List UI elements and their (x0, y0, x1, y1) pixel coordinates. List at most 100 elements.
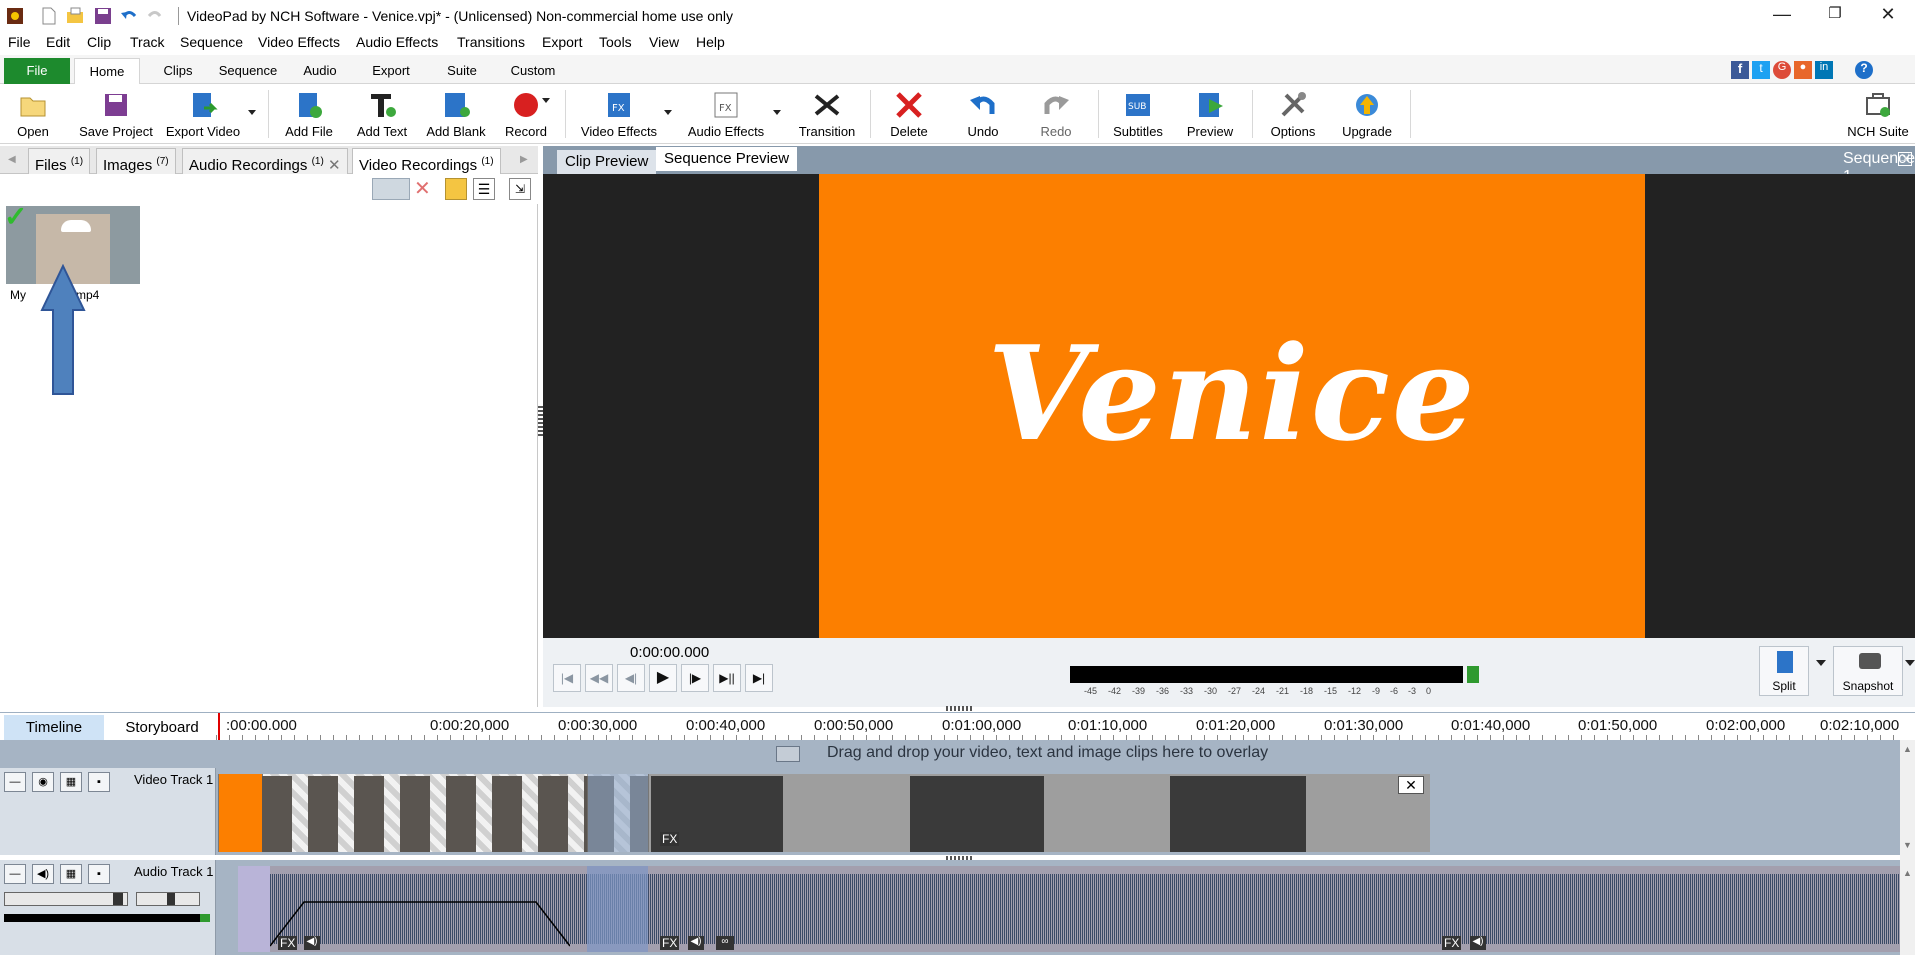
facebook-icon[interactable]: f (1731, 61, 1749, 79)
help-icon[interactable]: ? (1855, 61, 1873, 79)
lock-icon[interactable]: ▪ (88, 772, 110, 792)
twitter-icon[interactable]: t (1752, 61, 1770, 79)
scroll-up-icon[interactable]: ▲ (1903, 868, 1912, 878)
redo-icon[interactable] (146, 7, 164, 25)
speaker-icon[interactable]: ◀) (32, 864, 54, 884)
scroll-up-icon[interactable]: ▲ (1903, 744, 1912, 754)
selected-audio-segment[interactable] (587, 866, 648, 952)
subtitles-button[interactable]: SUB Subtitles (1108, 88, 1168, 140)
minimize-button[interactable]: — (1762, 4, 1802, 28)
scroll-down-icon[interactable]: ▼ (1903, 840, 1912, 850)
tab-timeline[interactable]: Timeline (4, 715, 104, 741)
menu-edit[interactable]: Edit (46, 34, 70, 50)
export-dropdown-arrow[interactable] (248, 110, 256, 115)
new-folder-icon[interactable] (445, 178, 467, 200)
menu-clip[interactable]: Clip (87, 34, 111, 50)
go-to-start-button[interactable]: |◀ (553, 664, 581, 692)
new-file-icon[interactable] (40, 7, 58, 25)
video-track[interactable]: — ◉ ▦ ▪ Video Track 1 FX ✕ (0, 768, 1900, 855)
track-effects-icon[interactable]: ▦ (60, 864, 82, 884)
save-project-button[interactable]: Save Project (76, 88, 156, 140)
pan-slider[interactable] (136, 892, 200, 906)
video-effects-button[interactable]: FX Video Effects (578, 88, 660, 140)
menu-track[interactable]: Track (130, 34, 164, 50)
menu-file[interactable]: File (8, 34, 31, 50)
scroll-right-icon[interactable]: ▶ (520, 154, 528, 165)
list-view-icon[interactable]: ☰ (473, 178, 495, 200)
delete-button[interactable]: Delete (884, 88, 934, 140)
menu-video-effects[interactable]: Video Effects (258, 34, 340, 50)
tab-home[interactable]: Home (74, 58, 140, 84)
step-forward-button[interactable]: |▶ (681, 664, 709, 692)
audio-effects-button[interactable]: FX Audio Effects (686, 88, 766, 140)
time-ruler[interactable]: :00:00.000 0:00:20,000 0:00:30,000 0:00:… (216, 713, 1900, 741)
upgrade-button[interactable]: Upgrade (1338, 88, 1396, 140)
tab-sequence[interactable]: Sequence (214, 58, 282, 84)
clip-volume-icon[interactable]: ◀) (688, 936, 704, 950)
eye-icon[interactable]: ◉ (32, 772, 54, 792)
menu-help[interactable]: Help (696, 34, 725, 50)
track-effects-icon[interactable]: ▦ (60, 772, 82, 792)
audio-fx-label[interactable]: FX (1442, 936, 1462, 950)
scroll-left-icon[interactable]: ◀ (8, 154, 16, 165)
tab-export[interactable]: Export (364, 58, 418, 84)
nch-icon[interactable]: ● (1794, 61, 1812, 79)
google-plus-icon[interactable]: G (1773, 61, 1791, 79)
audio-fx-label[interactable]: FX (278, 936, 298, 950)
selected-clip[interactable] (587, 774, 648, 852)
tab-video-recordings[interactable]: Video Recordings (1) (352, 148, 501, 174)
collapse-track-button[interactable]: — (4, 772, 26, 792)
collapse-track-button[interactable]: — (4, 864, 26, 884)
next-clip-button[interactable]: ▶|| (713, 664, 741, 692)
open-button[interactable]: Open (10, 88, 56, 140)
nch-suite-button[interactable]: NCH Suite (1846, 88, 1910, 140)
menu-sequence[interactable]: Sequence (180, 34, 243, 50)
tab-clips[interactable]: Clips (152, 58, 204, 84)
menu-transitions[interactable]: Transitions (457, 34, 525, 50)
split-button[interactable]: Split (1759, 646, 1809, 696)
open-folder-icon[interactable] (66, 7, 84, 25)
undo-button[interactable]: Undo (960, 88, 1006, 140)
video-preview[interactable]: Venice (543, 174, 1915, 638)
lock-icon[interactable]: ▪ (88, 864, 110, 884)
tab-audio-recordings[interactable]: Audio Recordings (1) ✕ (182, 148, 348, 174)
audio-track[interactable]: — ◀) ▦ ▪ Audio Track 1 FX FX FX ◀) ◀) ∞ … (0, 860, 1900, 955)
menu-audio-effects[interactable]: Audio Effects (356, 34, 438, 50)
go-to-end-button[interactable]: ▶| (745, 664, 773, 692)
add-file-button[interactable]: Add File (284, 88, 334, 140)
clip-volume-icon[interactable]: ◀) (1470, 936, 1486, 950)
clip-volume-icon[interactable]: ◀) (304, 936, 320, 950)
save-icon[interactable] (94, 7, 112, 25)
undo-icon[interactable] (120, 7, 138, 25)
close-tab-icon[interactable]: ✕ (328, 157, 341, 174)
import-dropdown-button[interactable] (372, 178, 410, 200)
volume-slider[interactable] (4, 892, 128, 906)
title-clip[interactable] (218, 774, 262, 852)
record-dropdown-arrow[interactable] (542, 98, 550, 103)
tab-custom[interactable]: Custom (504, 58, 562, 84)
preview-button[interactable]: Preview (1184, 88, 1236, 140)
add-blank-button[interactable]: Add Blank (424, 88, 488, 140)
menu-tools[interactable]: Tools (599, 34, 632, 50)
tab-audio[interactable]: Audio (296, 58, 344, 84)
remove-icon[interactable]: ✕ (414, 176, 431, 201)
undock-preview-icon[interactable]: ⇲ (1898, 152, 1912, 166)
close-button[interactable]: ✕ (1868, 4, 1908, 28)
split-dropdown-arrow[interactable] (1816, 660, 1826, 666)
restore-button[interactable]: ❐ (1815, 4, 1855, 28)
tab-clip-preview[interactable]: Clip Preview (557, 150, 657, 174)
timeline-splitter[interactable] (946, 706, 974, 711)
snapshot-dropdown-arrow[interactable] (1905, 660, 1915, 666)
timeline-vertical-scrollbar[interactable]: ▲ ▼ ▲ (1900, 740, 1915, 955)
clip-fx-label[interactable]: FX (660, 832, 680, 846)
tab-suite[interactable]: Suite (440, 58, 484, 84)
options-button[interactable]: Options (1266, 88, 1320, 140)
linkedin-icon[interactable]: in (1815, 61, 1833, 79)
audio-effects-dropdown-arrow[interactable] (773, 110, 781, 115)
tab-sequence-preview[interactable]: Sequence Preview (656, 147, 798, 171)
transition-icon[interactable]: ✕ (1398, 776, 1424, 794)
audio-fx-label[interactable]: FX (660, 936, 680, 950)
link-icon[interactable]: ∞ (716, 936, 734, 950)
tab-storyboard[interactable]: Storyboard (112, 715, 212, 741)
volume-thumb[interactable] (113, 893, 123, 905)
